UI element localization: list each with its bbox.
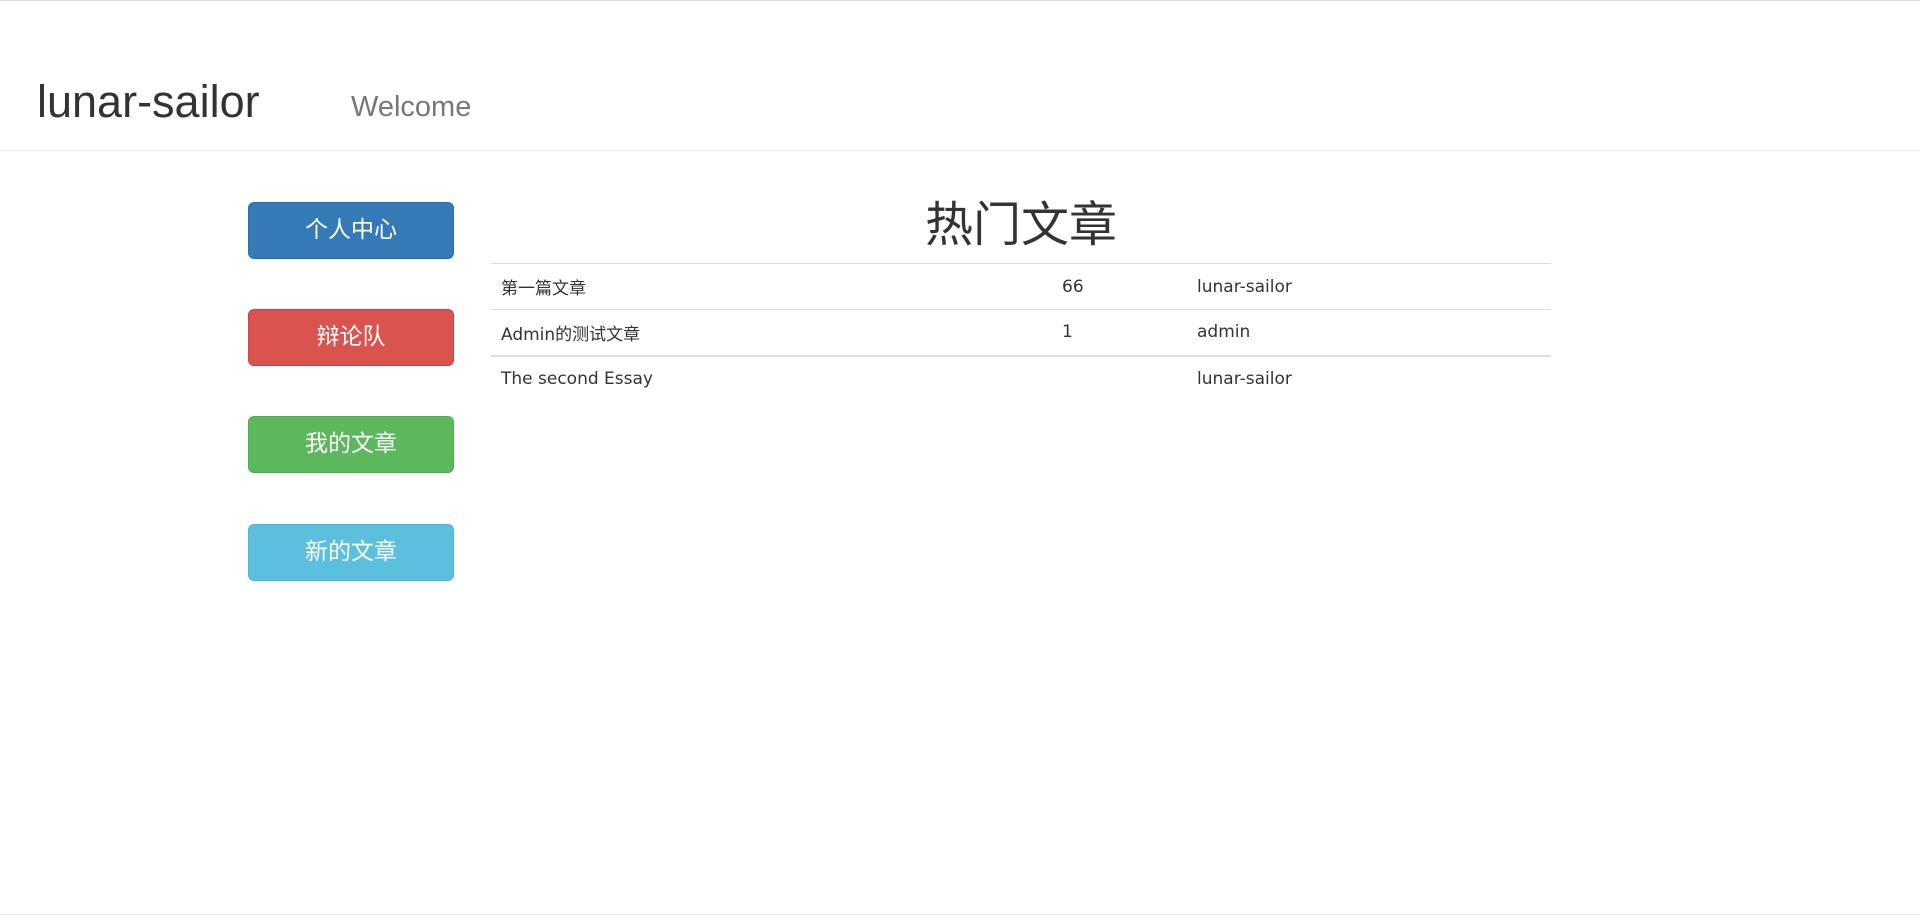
article-author: lunar-sailor <box>1187 354 1551 402</box>
article-title-cell[interactable]: The second Essay <box>491 354 1052 402</box>
page-title: 热门文章 <box>924 197 1117 253</box>
table-row[interactable]: Admin的测试文章 1 admin <box>491 309 1551 356</box>
debate-team-button[interactable]: 辩论队 <box>248 309 454 366</box>
article-title[interactable]: Admin的测试文章 <box>501 325 640 345</box>
table-row[interactable]: 第一篇文章 66 lunar-sailor <box>491 263 1551 310</box>
new-article-button[interactable]: 新的文章 <box>248 524 454 581</box>
article-title-cell[interactable]: 第一篇文章 <box>491 263 1052 310</box>
navbar: lunar-sailor Welcome <box>0 1 1920 151</box>
table-row[interactable]: The second Essay lunar-sailor <box>491 354 1551 402</box>
brand-link[interactable]: lunar-sailor <box>37 76 260 128</box>
personal-center-button[interactable]: 个人中心 <box>248 202 454 259</box>
articles-table: 第一篇文章 66 lunar-sailor Admin的测试文章 1 admin… <box>491 263 1551 402</box>
article-count <box>1052 354 1187 402</box>
my-articles-button[interactable]: 我的文章 <box>248 416 454 473</box>
welcome-link[interactable]: Welcome <box>351 90 471 124</box>
article-count: 66 <box>1052 263 1187 310</box>
article-title[interactable]: 第一篇文章 <box>501 279 586 299</box>
article-author: admin <box>1187 309 1551 356</box>
article-count: 1 <box>1052 309 1187 356</box>
article-author: lunar-sailor <box>1187 263 1551 310</box>
page: lunar-sailor Welcome 个人中心 辩论队 我的文章 新的文章 … <box>0 0 1920 915</box>
article-title[interactable]: The second Essay <box>501 369 653 389</box>
article-title-cell[interactable]: Admin的测试文章 <box>491 309 1052 356</box>
